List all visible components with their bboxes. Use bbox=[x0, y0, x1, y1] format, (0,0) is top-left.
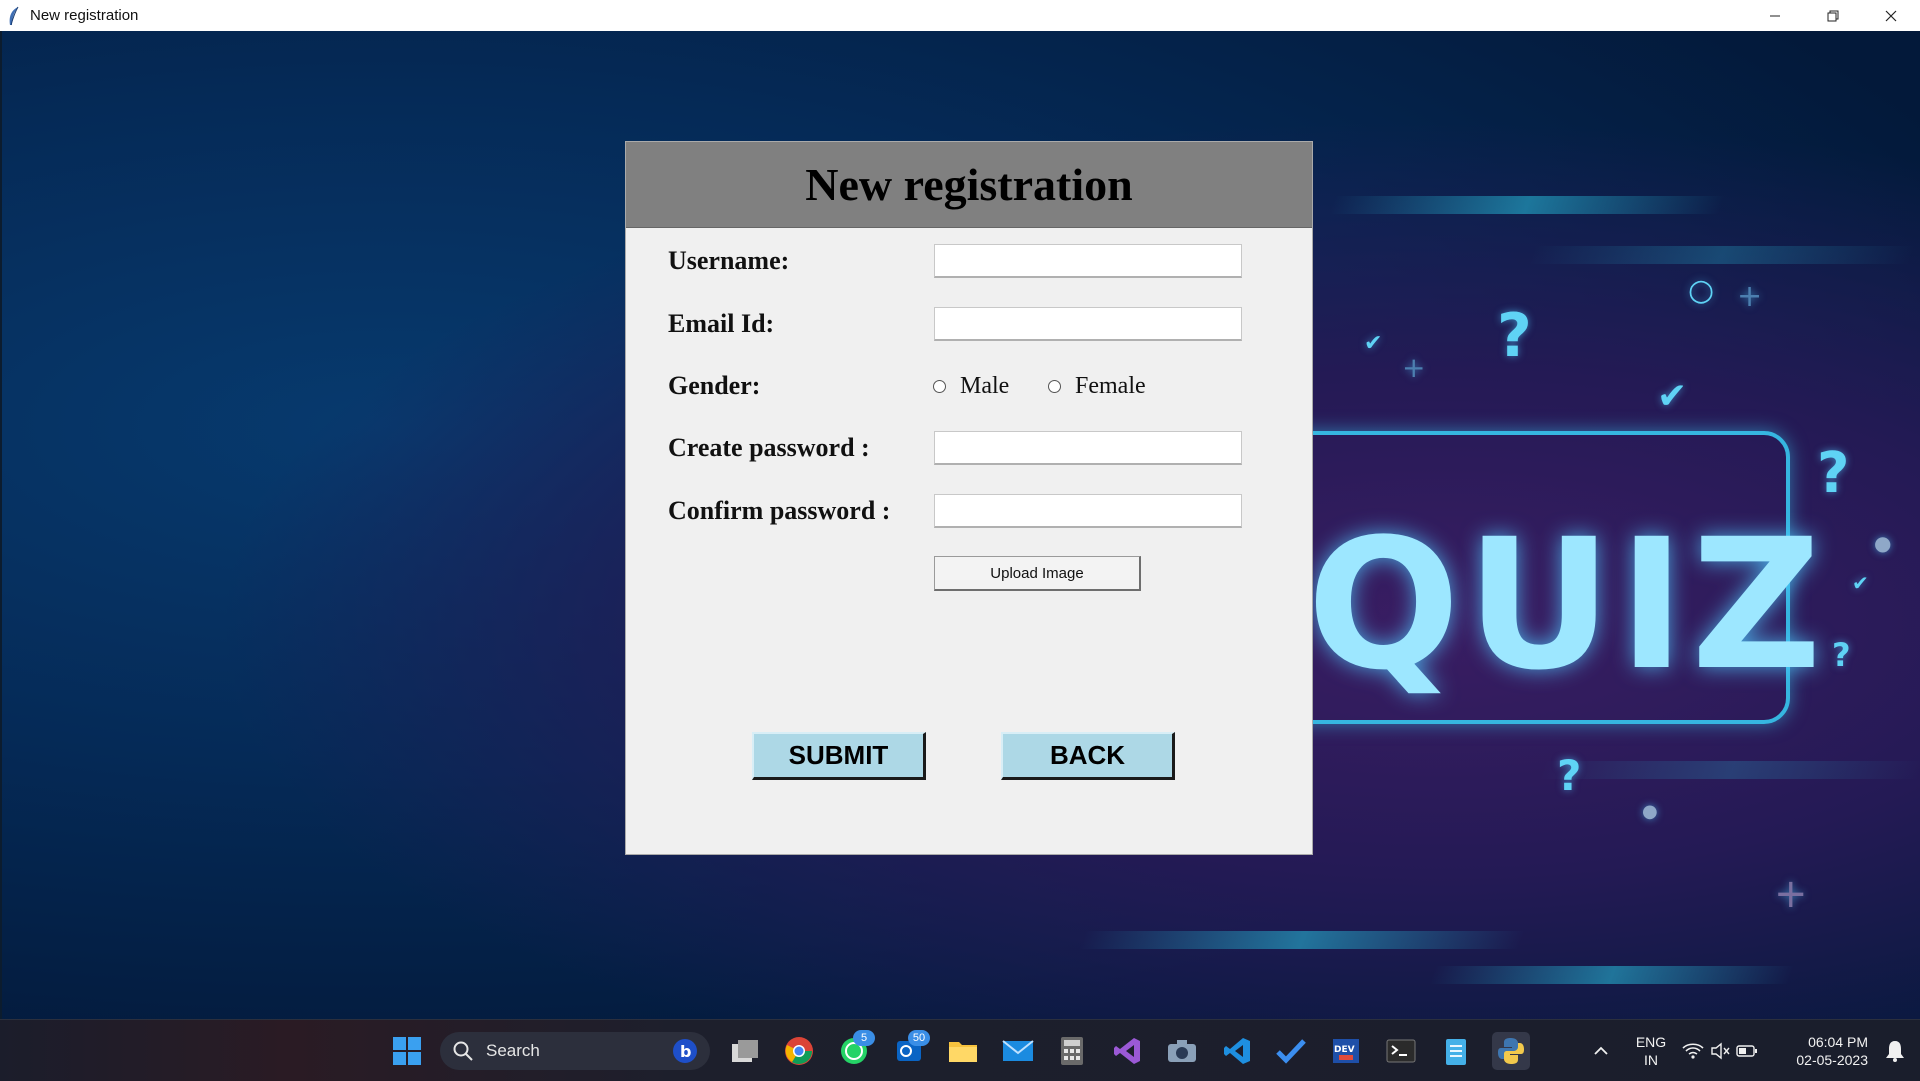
feather-icon bbox=[9, 6, 19, 25]
minimize-button[interactable] bbox=[1746, 0, 1804, 31]
close-button[interactable] bbox=[1862, 0, 1920, 31]
taskbar-search[interactable]: Search b bbox=[440, 1032, 710, 1070]
gender-radio-female[interactable]: Female bbox=[1048, 373, 1146, 400]
clock-time: 06:04 PM bbox=[1808, 1034, 1868, 1050]
clock-date: 02-05-2023 bbox=[1796, 1052, 1868, 1068]
vscode-button[interactable] bbox=[1218, 1032, 1256, 1070]
python-app-button[interactable] bbox=[1492, 1032, 1530, 1070]
bell-icon bbox=[1886, 1041, 1904, 1062]
plus-icon: + bbox=[1402, 351, 1426, 384]
dialog-title: New registration bbox=[805, 159, 1133, 210]
checkmark-icon bbox=[1276, 1039, 1306, 1064]
submit-button[interactable]: SUBMIT bbox=[752, 732, 926, 780]
notification-badge: 5 bbox=[853, 1030, 875, 1046]
task-view-icon bbox=[732, 1040, 758, 1062]
windows-icon bbox=[393, 1037, 421, 1065]
restore-button[interactable] bbox=[1804, 0, 1862, 31]
start-button[interactable] bbox=[388, 1032, 426, 1070]
folder-icon bbox=[949, 1042, 977, 1062]
username-label: Username: bbox=[668, 246, 790, 275]
clock[interactable]: 06:04 PM 02-05-2023 bbox=[1778, 1033, 1868, 1069]
dot-icon: ● bbox=[1874, 531, 1892, 555]
todo-button[interactable] bbox=[1272, 1032, 1310, 1070]
chevron-up-icon bbox=[1594, 1046, 1608, 1055]
question-mark-icon: ? bbox=[1817, 441, 1850, 506]
file-explorer-button[interactable] bbox=[944, 1032, 982, 1070]
camera-button[interactable] bbox=[1163, 1032, 1201, 1070]
confirm-password-input[interactable] bbox=[934, 494, 1242, 528]
gender-radio-male[interactable]: Male bbox=[933, 373, 1009, 400]
close-icon bbox=[1885, 10, 1897, 21]
wifi-icon bbox=[1682, 1043, 1704, 1059]
volume-muted-icon bbox=[1711, 1042, 1730, 1060]
mail-button[interactable] bbox=[999, 1032, 1037, 1070]
confirm-password-label: Confirm password : bbox=[668, 496, 891, 525]
language-label: ENG bbox=[1635, 1034, 1667, 1050]
checkmark-icon: ✔ bbox=[1657, 376, 1688, 417]
dot-icon: ● bbox=[1642, 801, 1658, 822]
plus-icon: + bbox=[1774, 871, 1808, 917]
camera-icon bbox=[1168, 1040, 1196, 1062]
plus-icon: + bbox=[1737, 279, 1763, 314]
system-tray-status[interactable] bbox=[1680, 1032, 1760, 1070]
search-icon bbox=[453, 1041, 473, 1061]
upload-image-button[interactable]: Upload Image bbox=[934, 556, 1141, 591]
battery-icon bbox=[1736, 1045, 1757, 1057]
window-titlebar: New registration bbox=[0, 0, 1920, 32]
task-view-button[interactable] bbox=[726, 1032, 764, 1070]
create-password-label: Create password : bbox=[668, 433, 870, 462]
notifications-button[interactable] bbox=[1876, 1032, 1914, 1070]
radio-circle[interactable] bbox=[933, 380, 946, 393]
window-title: New registration bbox=[30, 7, 139, 24]
whatsapp-button[interactable]: 5 bbox=[835, 1030, 875, 1070]
show-hidden-icons-button[interactable] bbox=[1582, 1032, 1620, 1070]
notification-badge: 50 bbox=[908, 1030, 930, 1046]
svg-text:b: b bbox=[680, 1042, 691, 1061]
notepad-icon bbox=[1446, 1039, 1466, 1065]
restore-icon bbox=[1827, 10, 1839, 21]
radio-label-male: Male bbox=[960, 373, 1010, 399]
devc-button[interactable]: DEV bbox=[1327, 1032, 1365, 1070]
dialog-header: New registration bbox=[626, 142, 1312, 228]
question-mark-icon: ? bbox=[1557, 751, 1582, 800]
checkmark-icon: ✔ bbox=[1364, 331, 1383, 356]
svg-text:DEV: DEV bbox=[1334, 1045, 1355, 1055]
visual-studio-icon bbox=[1114, 1038, 1140, 1064]
username-input[interactable] bbox=[934, 244, 1242, 278]
email-label: Email Id: bbox=[668, 309, 775, 338]
region-label: IN bbox=[1644, 1052, 1658, 1068]
visual-studio-button[interactable] bbox=[1108, 1032, 1146, 1070]
bing-icon: b bbox=[673, 1039, 697, 1063]
minimize-icon bbox=[1770, 15, 1780, 16]
chrome-button[interactable] bbox=[780, 1032, 818, 1070]
checkmark-icon: ✔ bbox=[1852, 571, 1869, 595]
question-mark-icon: ? bbox=[1497, 301, 1532, 371]
notepad-button[interactable] bbox=[1437, 1032, 1475, 1070]
calculator-button[interactable] bbox=[1053, 1032, 1091, 1070]
email-input[interactable] bbox=[934, 307, 1242, 341]
radio-label-female: Female bbox=[1075, 373, 1146, 399]
back-button[interactable]: BACK bbox=[1001, 732, 1175, 780]
python-icon bbox=[1498, 1038, 1524, 1064]
vscode-icon bbox=[1224, 1038, 1250, 1064]
taskbar: Search b 5 50 DEV ENG IN 06:04 PM 02-05-… bbox=[0, 1019, 1920, 1081]
outlook-button[interactable]: 50 bbox=[890, 1030, 930, 1070]
terminal-icon bbox=[1386, 1039, 1416, 1063]
chrome-icon bbox=[785, 1037, 813, 1065]
circle-icon: ○ bbox=[1688, 273, 1715, 308]
calculator-icon bbox=[1061, 1037, 1083, 1065]
language-indicator[interactable]: ENG IN bbox=[1628, 1033, 1674, 1069]
gender-label: Gender: bbox=[668, 371, 761, 400]
radio-circle[interactable] bbox=[1048, 380, 1061, 393]
devc-icon: DEV bbox=[1333, 1039, 1359, 1063]
search-label: Search bbox=[486, 1041, 540, 1060]
registration-dialog: New registration Username: Email Id: Gen… bbox=[625, 141, 1313, 855]
question-mark-icon: ? bbox=[1832, 636, 1851, 674]
mail-icon bbox=[1002, 1040, 1034, 1061]
terminal-button[interactable] bbox=[1382, 1032, 1420, 1070]
quiz-text: QUIZ bbox=[1307, 501, 1828, 710]
create-password-input[interactable] bbox=[934, 431, 1242, 465]
